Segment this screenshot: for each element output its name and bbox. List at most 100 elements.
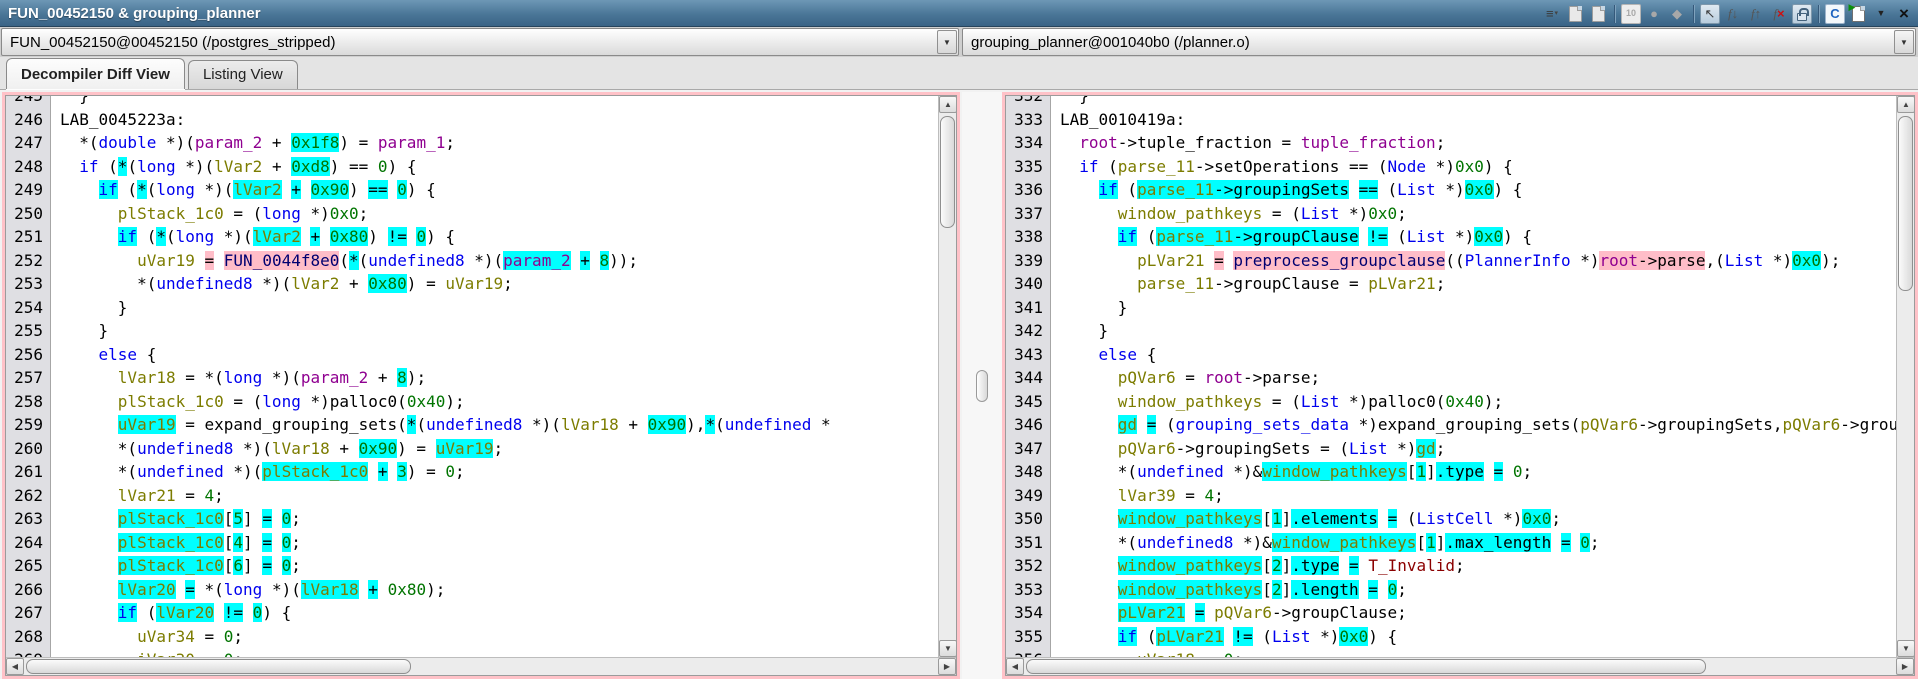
- code-token[interactable]: ->groupC: [1840, 415, 1896, 434]
- code-token[interactable]: (: [1156, 415, 1175, 434]
- code-token[interactable]: [60, 204, 118, 223]
- code-token[interactable]: [388, 462, 398, 481]
- code-token[interactable]: root: [1205, 368, 1244, 387]
- code-token[interactable]: (: [1397, 509, 1416, 528]
- code-token[interactable]: .type: [1436, 462, 1484, 481]
- code-token[interactable]: [1060, 368, 1118, 387]
- code-token[interactable]: .elements: [1291, 509, 1378, 528]
- code-token[interactable]: =: [195, 627, 224, 646]
- code-token[interactable]: [1359, 580, 1369, 599]
- code-token[interactable]: if: [99, 180, 118, 199]
- code-token[interactable]: ;: [291, 509, 301, 528]
- code-token[interactable]: [272, 533, 282, 552]
- code-token[interactable]: [1060, 274, 1137, 293]
- code-line[interactable]: 349 lVar39 = 4;: [1006, 484, 1896, 508]
- code-token[interactable]: (: [166, 227, 176, 246]
- code-token[interactable]: +: [580, 251, 590, 270]
- code-token[interactable]: undefined: [725, 415, 812, 434]
- code-token[interactable]: 4: [233, 533, 243, 552]
- code-token[interactable]: undefined: [1137, 462, 1224, 481]
- code-token[interactable]: PlannerInfo: [1465, 251, 1571, 270]
- code-token[interactable]: 0x0: [1474, 227, 1503, 246]
- code-token[interactable]: long: [137, 157, 176, 176]
- code-token[interactable]: }: [1060, 298, 1127, 317]
- code-token[interactable]: lVar18: [272, 439, 330, 458]
- code-token[interactable]: uVar19: [137, 251, 195, 270]
- code-line[interactable]: 252 uVar19 = FUN_0044f8e0(*(undefined8 *…: [6, 249, 938, 273]
- code-token[interactable]: if: [1079, 157, 1098, 176]
- right-vertical-scroll-thumb[interactable]: [1898, 116, 1913, 291]
- code-token[interactable]: (: [1137, 227, 1156, 246]
- code-token[interactable]: ;: [291, 533, 301, 552]
- code-token[interactable]: [214, 251, 224, 270]
- splitter-handle[interactable]: [976, 370, 988, 402]
- code-token[interactable]: pLVar21: [1137, 251, 1204, 270]
- number-format-icon[interactable]: 10: [1621, 4, 1641, 24]
- code-token[interactable]: *): [301, 204, 330, 223]
- right-horizontal-scrollbar[interactable]: ◀ ▶: [1006, 657, 1914, 675]
- code-token[interactable]: window_pathkeys: [1118, 509, 1263, 528]
- code-token[interactable]: (: [137, 603, 156, 622]
- code-token[interactable]: [60, 509, 118, 528]
- code-token[interactable]: 1: [1416, 462, 1426, 481]
- code-token[interactable]: undefined8: [368, 251, 464, 270]
- code-token[interactable]: ->setOperations == (: [1195, 157, 1388, 176]
- code-token[interactable]: =: [1368, 580, 1378, 599]
- code-line[interactable]: 340 parse_11->groupClause = pLVar21;: [1006, 272, 1896, 296]
- code-token[interactable]: =: [1494, 462, 1504, 481]
- code-token[interactable]: [60, 157, 79, 176]
- code-token[interactable]: [1205, 251, 1215, 270]
- code-token[interactable]: *: [349, 251, 359, 270]
- code-token[interactable]: [1503, 462, 1513, 481]
- code-token[interactable]: ]: [1426, 462, 1436, 481]
- lock-icon[interactable]: [1792, 4, 1812, 24]
- circle-icon[interactable]: ●: [1644, 4, 1664, 24]
- code-token[interactable]: [1224, 627, 1234, 646]
- code-line[interactable]: 254 }: [6, 296, 938, 320]
- code-token[interactable]: [282, 180, 292, 199]
- code-token[interactable]: List: [1301, 204, 1340, 223]
- code-token[interactable]: *: [156, 227, 166, 246]
- code-line[interactable]: 256 else {: [6, 343, 938, 367]
- code-token[interactable]: window_pathkeys: [1272, 533, 1417, 552]
- code-token[interactable]: parse_11: [1118, 157, 1195, 176]
- code-token[interactable]: 0x80: [368, 274, 407, 293]
- code-token[interactable]: [60, 180, 99, 199]
- code-token[interactable]: ) ==: [330, 157, 378, 176]
- code-token[interactable]: =: [1195, 650, 1224, 657]
- code-token[interactable]: {: [137, 345, 156, 364]
- code-token[interactable]: [60, 251, 137, 270]
- code-token[interactable]: ;: [1233, 650, 1243, 657]
- code-line[interactable]: 269 iVar30 = 0;: [6, 648, 938, 657]
- code-token[interactable]: 0x80: [330, 227, 369, 246]
- code-line[interactable]: 345 window_pathkeys = (List *)palloc0(0x…: [1006, 390, 1896, 414]
- scroll-down-icon[interactable]: ▼: [1897, 640, 1915, 657]
- code-token[interactable]: 0: [1580, 533, 1590, 552]
- code-token[interactable]: ]: [1282, 509, 1292, 528]
- code-line[interactable]: 259 uVar19 = expand_grouping_sets(*(unde…: [6, 413, 938, 437]
- code-token[interactable]: !=: [1368, 227, 1387, 246]
- code-token[interactable]: [: [1262, 556, 1272, 575]
- code-token[interactable]: ==: [368, 180, 387, 199]
- code-token[interactable]: ==: [1359, 180, 1378, 199]
- code-token[interactable]: = (: [224, 204, 263, 223]
- code-token[interactable]: gd: [1118, 415, 1137, 434]
- code-token[interactable]: List: [1397, 180, 1436, 199]
- code-token[interactable]: ->groupClause: [1233, 227, 1358, 246]
- left-horizontal-scroll-track[interactable]: [24, 658, 938, 675]
- right-horizontal-scroll-thumb[interactable]: [1026, 659, 1706, 674]
- code-token[interactable]: +: [368, 580, 378, 599]
- export-icon[interactable]: ▶: [1848, 4, 1868, 24]
- code-token[interactable]: [1359, 556, 1369, 575]
- code-line[interactable]: 338 if (parse_11->groupClause != (List *…: [1006, 225, 1896, 249]
- code-token[interactable]: =: [1561, 533, 1571, 552]
- code-token[interactable]: [60, 533, 118, 552]
- code-token[interactable]: *)&: [1224, 462, 1263, 481]
- code-token[interactable]: 0: [378, 157, 388, 176]
- code-token[interactable]: [: [1416, 533, 1426, 552]
- code-token[interactable]: pQVar6: [1118, 368, 1176, 387]
- code-token[interactable]: 0: [397, 180, 407, 199]
- list-view-icon[interactable]: ≡▾: [1542, 4, 1562, 24]
- code-token[interactable]: .max_length: [1445, 533, 1551, 552]
- code-token[interactable]: ]: [243, 533, 262, 552]
